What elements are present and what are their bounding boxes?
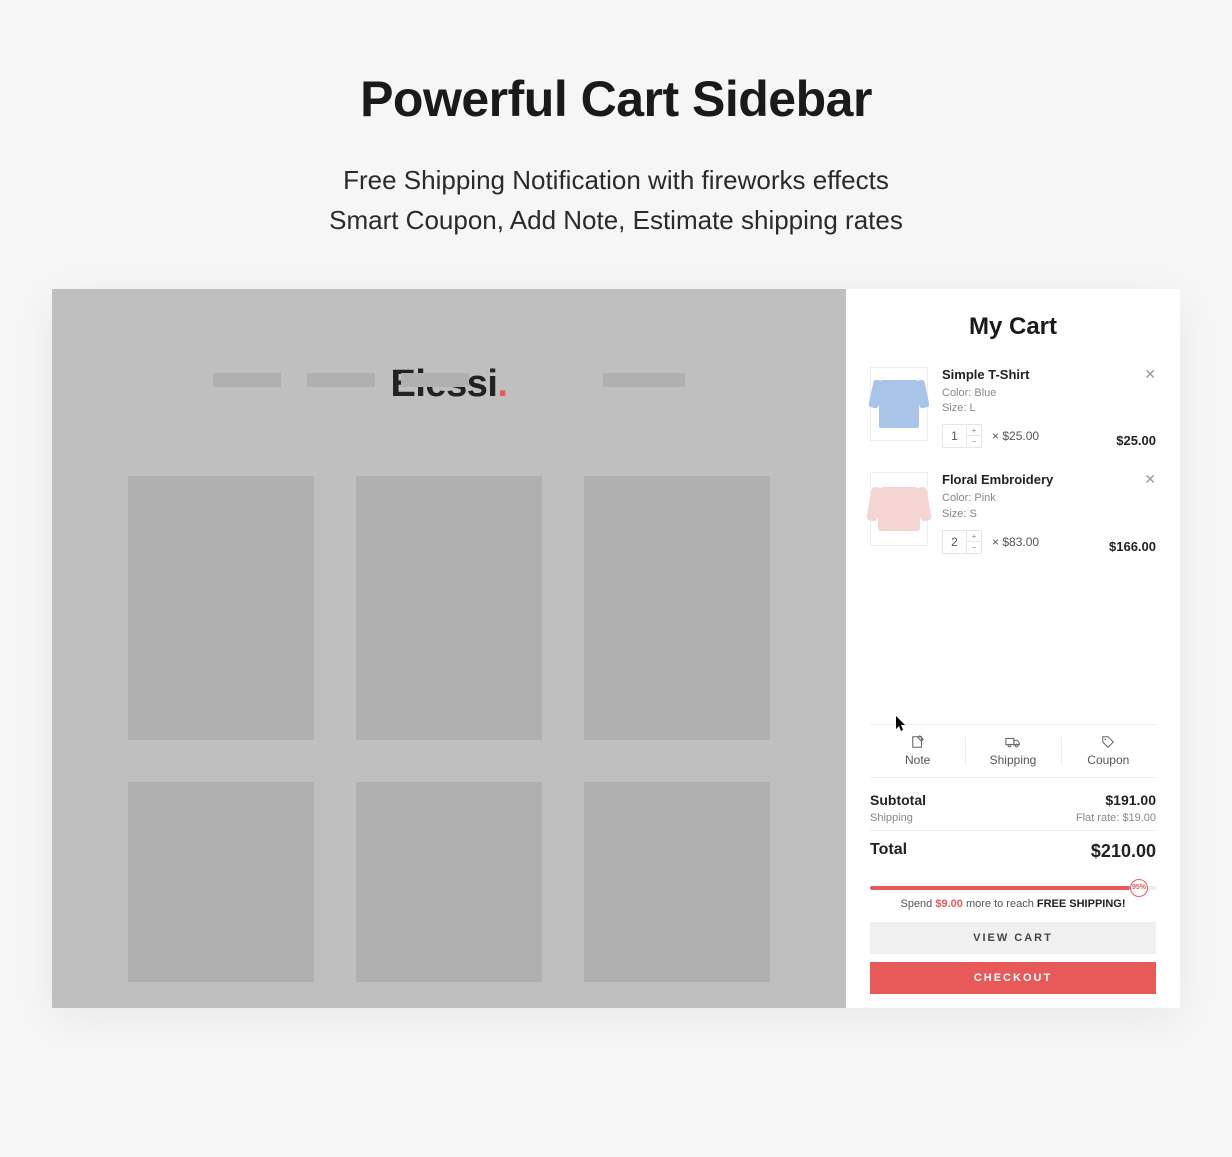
nav-item-placeholder — [603, 373, 685, 387]
progress-fill — [870, 886, 1130, 890]
nav-placeholder — [52, 373, 846, 387]
product-tile-placeholder — [584, 782, 770, 982]
shirt-icon — [879, 380, 919, 428]
product-tile-placeholder — [128, 782, 314, 982]
shipping-button[interactable]: Shipping — [965, 725, 1060, 777]
product-tile-placeholder — [128, 476, 314, 740]
free-shipping-message: Spend $9.00 more to reach FREE SHIPPING! — [870, 898, 1156, 910]
remove-item-button[interactable]: ✕ — [1144, 367, 1156, 381]
cart-title: My Cart — [846, 313, 1180, 341]
item-line-total: $25.00 — [1116, 433, 1156, 448]
product-tile-placeholder — [356, 782, 542, 982]
cart-footer: Note Shipping Coupon Subtotal $191.00 Sh… — [846, 724, 1180, 1008]
mockup-frame: Elessi. My Cart Simple T-Shirt Color: Bl… — [52, 289, 1180, 1008]
qty-stepper[interactable]: 1 + − — [942, 424, 982, 448]
item-name[interactable]: Floral Embroidery — [942, 472, 1156, 487]
item-thumbnail[interactable] — [870, 367, 928, 441]
item-unit-price: × $83.00 — [992, 535, 1039, 549]
qty-decrease-button[interactable]: − — [967, 542, 981, 553]
note-button[interactable]: Note — [870, 725, 965, 777]
qty-stepper[interactable]: 2 + − — [942, 530, 982, 554]
cart-item: Simple T-Shirt Color: Blue Size: L 1 + −… — [870, 367, 1156, 449]
qty-increase-button[interactable]: + — [967, 531, 981, 542]
item-name[interactable]: Simple T-Shirt — [942, 367, 1156, 382]
hero-title: Powerful Cart Sidebar — [0, 70, 1232, 128]
qty-value: 1 — [943, 425, 967, 447]
cart-sidebar: My Cart Simple T-Shirt Color: Blue Size:… — [846, 289, 1180, 1008]
item-line-total: $166.00 — [1109, 539, 1156, 554]
item-thumbnail[interactable] — [870, 472, 928, 546]
note-icon — [910, 735, 926, 749]
hero-section: Powerful Cart Sidebar Free Shipping Noti… — [0, 0, 1232, 241]
total-row: Total $210.00 — [870, 830, 1156, 862]
cart-totals: Subtotal $191.00 Shipping Flat rate: $19… — [870, 778, 1156, 876]
nav-item-placeholder — [401, 373, 469, 387]
item-color: Color: Blue — [942, 386, 1156, 401]
nav-item-placeholder — [213, 373, 281, 387]
progress-percent-badge: 95% — [1130, 879, 1148, 897]
product-tile-placeholder — [584, 476, 770, 740]
qty-value: 2 — [943, 531, 967, 553]
product-grid-placeholder — [52, 406, 846, 982]
coupon-button[interactable]: Coupon — [1061, 725, 1156, 777]
cart-items-list: Simple T-Shirt Color: Blue Size: L 1 + −… — [846, 367, 1180, 724]
shipping-row: Shipping Flat rate: $19.00 — [870, 812, 1156, 824]
checkout-button[interactable]: CHECKOUT — [870, 962, 1156, 994]
free-shipping-progress: 95% — [870, 886, 1156, 890]
hero-subtitle: Free Shipping Notification with firework… — [0, 160, 1232, 241]
qty-increase-button[interactable]: + — [967, 425, 981, 436]
site-background: Elessi. — [52, 289, 846, 1008]
item-unit-price: × $25.00 — [992, 429, 1039, 443]
remove-item-button[interactable]: ✕ — [1144, 472, 1156, 486]
jacket-icon — [878, 487, 920, 531]
tag-icon — [1100, 735, 1116, 749]
item-size: Size: S — [942, 507, 1156, 522]
product-tile-placeholder — [356, 476, 542, 740]
qty-decrease-button[interactable]: − — [967, 436, 981, 447]
truck-icon — [1005, 735, 1021, 749]
view-cart-button[interactable]: VIEW CART — [870, 922, 1156, 954]
subtotal-row: Subtotal $191.00 — [870, 792, 1156, 808]
cart-actions-row: Note Shipping Coupon — [870, 724, 1156, 778]
nav-item-placeholder — [307, 373, 375, 387]
item-color: Color: Pink — [942, 491, 1156, 506]
cart-item: Floral Embroidery Color: Pink Size: S 2 … — [870, 472, 1156, 554]
item-size: Size: L — [942, 401, 1156, 416]
